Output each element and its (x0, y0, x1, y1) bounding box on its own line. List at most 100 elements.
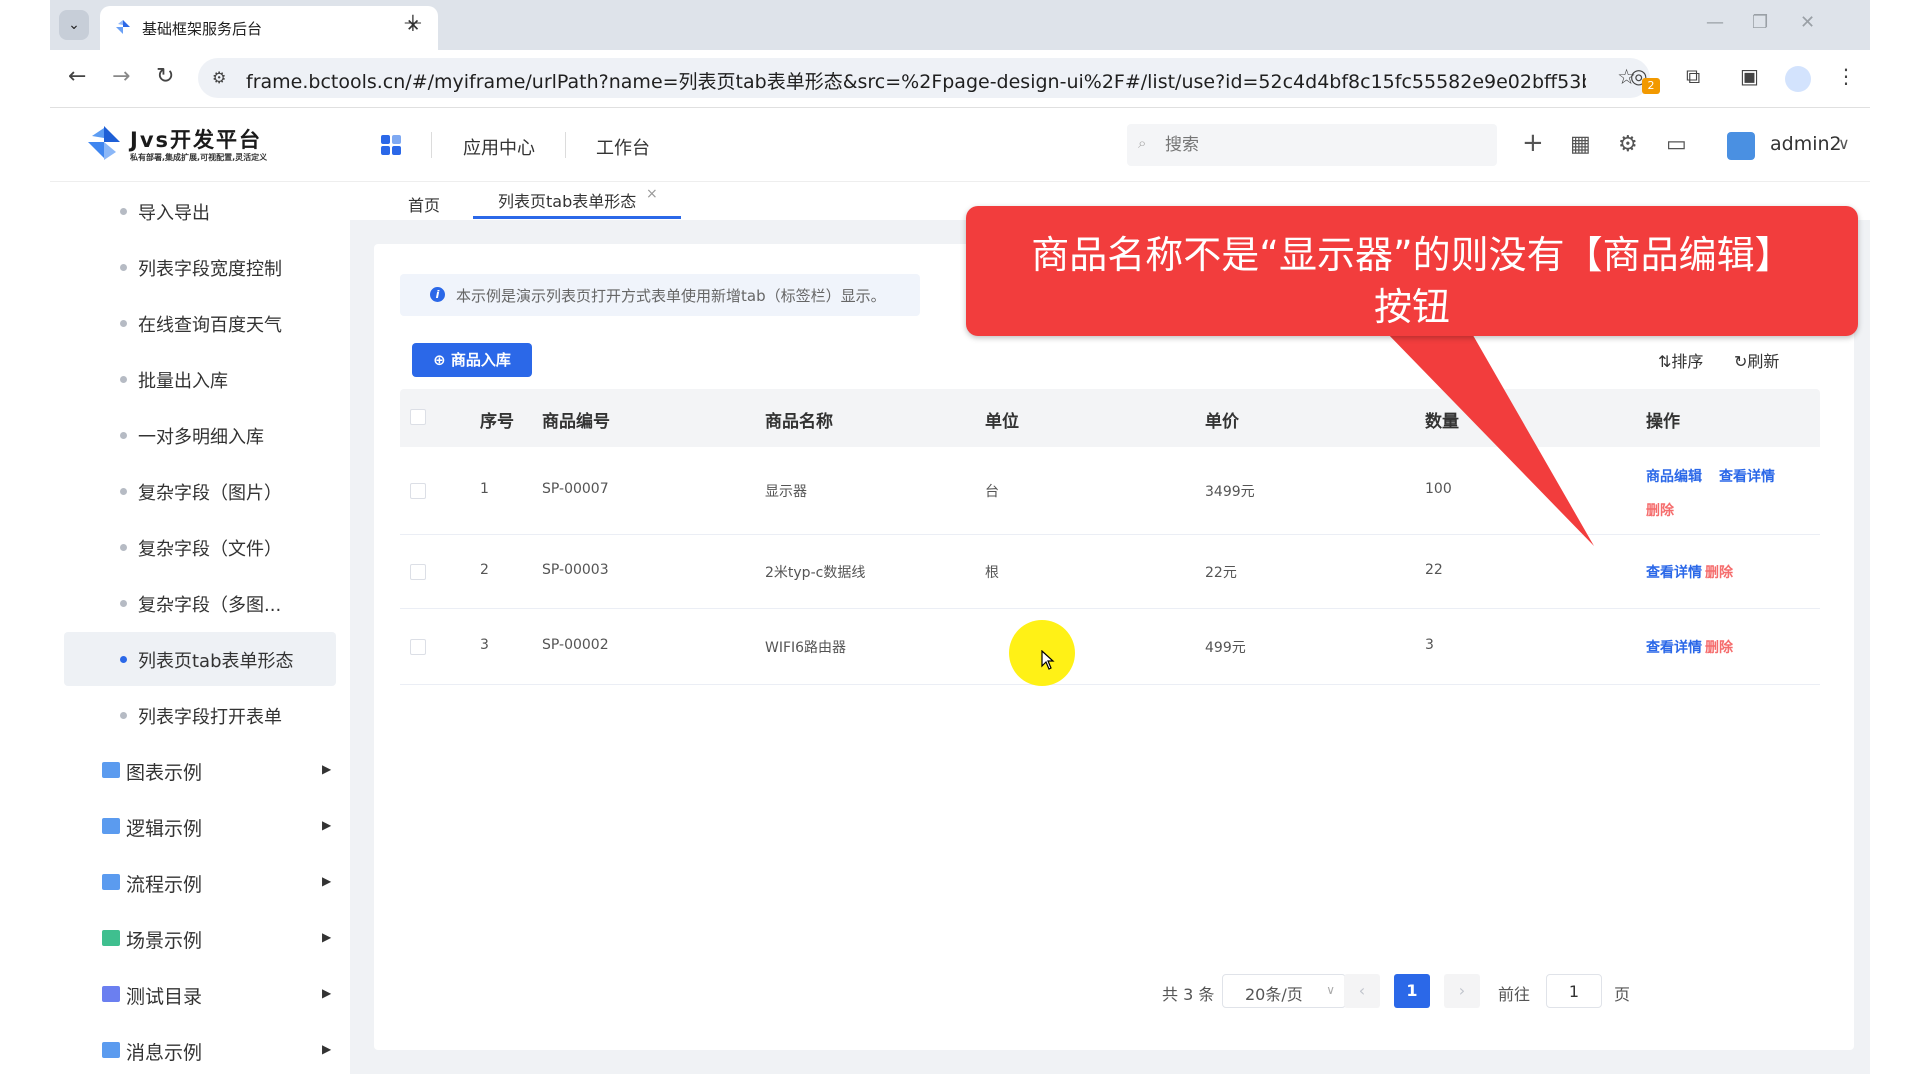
cell-code: SP-00007 (542, 481, 609, 497)
site-favicon-icon (116, 20, 130, 34)
close-window-icon[interactable]: ✕ (1800, 12, 1815, 33)
tab-search-button[interactable]: ⌄ (59, 10, 89, 40)
view-details-link[interactable]: 查看详情 (1646, 562, 1702, 582)
row-checkbox[interactable] (410, 564, 426, 580)
folder-icon (102, 986, 120, 1002)
settings-gear-icon[interactable]: ⚙ (1618, 132, 1638, 157)
sort-icon: ⇅ (1658, 352, 1672, 371)
goto-page-input[interactable] (1546, 974, 1602, 1008)
apps-grid-icon[interactable]: ▦ (1570, 132, 1591, 157)
row-checkbox[interactable] (410, 639, 426, 655)
delete-link[interactable]: 删除 (1705, 562, 1733, 582)
tab-strip: ⌄ 基础框架服务后台 ✕ + — ❐ ✕ (50, 0, 1870, 50)
sidebar-group[interactable]: 消息示例 ▶ (64, 1024, 336, 1074)
pagination-total: 共 3 条 (1162, 985, 1215, 1004)
cell-no: 1 (480, 481, 489, 497)
sidebar-item[interactable]: 导入导出 (64, 184, 336, 238)
sidebar-item-label: 导入导出 (138, 203, 210, 224)
user-avatar[interactable] (1727, 132, 1755, 160)
add-icon[interactable]: + (1522, 128, 1544, 158)
cell-code: SP-00003 (542, 562, 609, 578)
sidebar-item-label: 复杂字段（多图... (138, 595, 282, 616)
cell-name: WIFI6路由器 (765, 640, 847, 656)
sidebar-item[interactable]: 复杂字段（多图... (64, 576, 336, 630)
sidebar-item-label: 复杂字段（图片） (138, 483, 282, 504)
bullet-dot-icon (120, 488, 127, 495)
next-page-button[interactable]: › (1444, 974, 1480, 1008)
col-header-price: 单价 (1205, 412, 1239, 432)
page-size-select[interactable]: 20条/页 ∨ (1222, 974, 1346, 1008)
bullet-dot-icon (120, 264, 127, 271)
sort-label: 排序 (1671, 352, 1704, 371)
sidebar-group[interactable]: 逻辑示例 ▶ (64, 800, 336, 854)
select-all-checkbox[interactable] (410, 409, 426, 425)
sidebar-group[interactable]: 流程示例 ▶ (64, 856, 336, 910)
prev-page-button[interactable]: ‹ (1344, 974, 1380, 1008)
menu-workbench[interactable]: 工作台 (596, 134, 650, 160)
delete-link[interactable]: 删除 (1646, 500, 1674, 520)
bullet-dot-icon (120, 208, 127, 215)
sidebar-item[interactable]: 复杂字段（文件） (64, 520, 336, 574)
new-tab-button[interactable]: + (402, 8, 424, 38)
table-header: 序号 商品编号 商品名称 单位 单价 数量 操作 (400, 389, 1820, 447)
view-details-link[interactable]: 查看详情 (1719, 466, 1775, 486)
tag-close-icon[interactable]: × (646, 186, 658, 202)
sidebar-group-label: 图表示例 (126, 762, 203, 784)
tag-current[interactable]: 列表页tab表单形态 (498, 188, 636, 212)
tag-home[interactable]: 首页 (408, 192, 440, 216)
cell-price: 3499元 (1205, 484, 1255, 500)
sidebar-item[interactable]: 列表字段打开表单 (64, 688, 336, 742)
edit-product-link[interactable]: 商品编辑 (1646, 466, 1702, 486)
sidebar-item[interactable]: 一对多明细入库 (64, 408, 336, 462)
more-menu-icon[interactable]: ⋮ (1836, 64, 1856, 88)
logo-subtitle: 私有部署,集成扩展,可视配置,灵活定义 (130, 153, 268, 162)
sidebar-item-label: 批量出入库 (138, 371, 228, 392)
url-text[interactable]: frame.bctools.cn/#/myiframe/urlPath?name… (246, 67, 1586, 94)
user-name[interactable]: admin2 (1770, 133, 1842, 155)
row-checkbox[interactable] (410, 483, 426, 499)
site-info-icon[interactable]: ⚙ (212, 68, 226, 87)
caret-right-icon: ▶ (322, 986, 332, 1000)
back-icon[interactable]: ← (68, 64, 86, 89)
sidebar-item[interactable]: 在线查询百度天气 (64, 296, 336, 350)
sidebar-group-label: 场景示例 (126, 930, 203, 952)
sidebar-group[interactable]: 图表示例 ▶ (64, 744, 336, 798)
header-search-input[interactable] (1127, 124, 1497, 166)
view-details-link[interactable]: 查看详情 (1646, 637, 1702, 657)
sidebar-item[interactable]: 列表页tab表单形态 (64, 632, 336, 686)
pagination: 共 3 条 20条/页 ∨ ‹ 1 › 前往 页 (374, 972, 1854, 1012)
sidebar-item-label: 一对多明细入库 (138, 427, 264, 448)
puzzle-icon[interactable]: ⧉ (1686, 64, 1700, 88)
sidebar-item-label: 在线查询百度天气 (138, 315, 282, 336)
sidebar-item[interactable]: 批量出入库 (64, 352, 336, 406)
logo-icon (88, 126, 120, 160)
sidebar-item[interactable]: 复杂字段（图片） (64, 464, 336, 518)
chevron-down-icon[interactable]: ∨ (1838, 134, 1850, 153)
side-panel-icon[interactable]: ▣ (1740, 64, 1759, 88)
sidebar-group[interactable]: 测试目录 ▶ (64, 968, 336, 1022)
col-header-qty: 数量 (1425, 412, 1459, 432)
sidebar-item[interactable]: 列表字段宽度控制 (64, 240, 336, 294)
profile-avatar-icon[interactable] (1785, 66, 1811, 92)
active-tag-indicator (473, 216, 681, 219)
col-header-no: 序号 (480, 412, 514, 432)
folder-icon (102, 1042, 120, 1058)
minimize-icon[interactable]: — (1706, 12, 1724, 33)
col-header-actions: 操作 (1646, 412, 1680, 432)
page-number-button[interactable]: 1 (1394, 974, 1430, 1008)
message-icon[interactable]: ▭ (1666, 132, 1687, 157)
address-bar[interactable]: ⚙ frame.bctools.cn/#/myiframe/urlPath?na… (198, 58, 1650, 98)
refresh-button[interactable]: ↻刷新 (1734, 348, 1779, 372)
app-switcher-icon[interactable] (380, 134, 402, 156)
folder-icon (102, 762, 120, 778)
stock-in-button[interactable]: ⊕ 商品入库 (412, 343, 532, 377)
bullet-dot-icon (120, 712, 127, 719)
sidebar-group[interactable]: 场景示例 ▶ (64, 912, 336, 966)
browser-tab[interactable]: 基础框架服务后台 ✕ (100, 6, 438, 50)
menu-app-center[interactable]: 应用中心 (463, 134, 535, 160)
maximize-icon[interactable]: ❐ (1752, 12, 1768, 33)
forward-icon[interactable]: → (112, 64, 130, 89)
reload-icon[interactable]: ↻ (156, 64, 174, 89)
sort-button[interactable]: ⇅排序 (1658, 348, 1703, 372)
delete-link[interactable]: 删除 (1705, 637, 1733, 657)
